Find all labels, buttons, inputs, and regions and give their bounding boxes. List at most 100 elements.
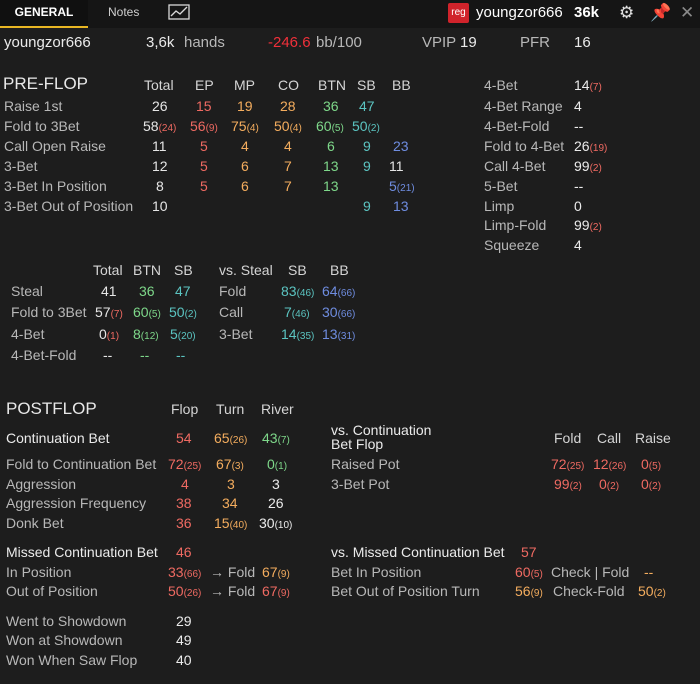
stat-value: 7(46) [284, 304, 310, 320]
stat-value: -- [176, 347, 186, 363]
stat-value: 26 [268, 495, 284, 511]
row-label: Bet Out of Position Turn [331, 583, 480, 599]
stat-value: 60(5) [316, 118, 344, 134]
close-icon[interactable]: ✕ [680, 3, 694, 23]
stat-value: 99(2) [574, 217, 602, 233]
col-header: Call [597, 430, 622, 446]
stat-value: 0(1) [267, 456, 288, 472]
summary-hands-value: 3,6k [146, 34, 175, 51]
hands-count: 36k [574, 4, 600, 21]
pfr-value: 16 [574, 34, 591, 51]
stat-value: -- [103, 347, 113, 363]
stat-value: 0(1) [99, 326, 120, 342]
stat-value: 36 [139, 283, 155, 299]
row-label: Fold to 4-Bet [484, 138, 565, 154]
stat-value: 43(7) [262, 430, 290, 446]
row-label: Raise 1st [4, 98, 63, 114]
row-label: Steal [11, 283, 43, 299]
stat-value: 0(2) [599, 476, 620, 492]
stat-value: 28 [280, 98, 296, 114]
stat-value: 50(2) [638, 583, 666, 599]
stat-value: 5 [200, 158, 208, 174]
gear-icon[interactable]: ⚙ [619, 3, 634, 23]
row-label: Fold [219, 283, 247, 299]
stat-value: 50(2) [169, 304, 197, 320]
stat-value: 99(2) [574, 158, 602, 174]
row-label: Won When Saw Flop [6, 652, 138, 668]
tab-notes[interactable]: Notes [108, 0, 139, 24]
row-label: Aggression [6, 476, 77, 492]
stat-value: 72(25) [168, 456, 202, 472]
row-label: Won at Showdown [6, 632, 123, 648]
row-label: Fold to 3Bet [11, 304, 87, 320]
tab-active-indicator [0, 26, 88, 28]
stat-value: 9 [363, 158, 371, 174]
stat-value: 67(3) [216, 456, 244, 472]
stat-value: 5(21) [389, 178, 415, 194]
tab-general[interactable]: GENERAL [0, 0, 88, 28]
stat-value: 30(66) [322, 304, 356, 320]
stat-value: 64(66) [322, 283, 356, 299]
stat-value: 13(31) [322, 326, 356, 342]
row-label: Out of Position [6, 583, 98, 599]
stat-value: 13 [323, 158, 339, 174]
stat-value: 38 [176, 495, 192, 511]
stat-value: 60(5) [133, 304, 161, 320]
stat-value: 26 [152, 98, 168, 114]
stat-value: 10 [152, 198, 168, 214]
stat-value: 9 [363, 138, 371, 154]
row-label: 3-Bet [4, 158, 38, 174]
col-header: SB [174, 262, 193, 278]
stat-value: 47 [359, 98, 375, 114]
row-label: Call 4-Bet [484, 158, 546, 174]
stat-value: 4 [574, 98, 582, 114]
col-header: Fold [554, 430, 582, 446]
stat-value: 4 [284, 138, 292, 154]
stat-value: 33(66) [168, 564, 202, 580]
col-header: BTN [318, 77, 346, 93]
stat-value: 11 [389, 158, 404, 174]
row-label: 3-Bet [219, 326, 253, 342]
row-label: 3-Bet Out of Position [4, 198, 134, 214]
stat-value: 60(5) [515, 564, 543, 580]
col-header: Flop [171, 401, 199, 417]
row-label: Call Open Raise [4, 138, 106, 154]
summary-bb-value: -246.6 [268, 34, 311, 51]
stat-value: 56(9) [190, 118, 218, 134]
stat-value: 4 [181, 476, 189, 492]
row-label: 4-Bet [484, 77, 518, 93]
summary-hands-label: hands [184, 34, 225, 51]
row-label: 4-Bet Range [484, 98, 563, 114]
stat-value: 6 [241, 178, 249, 194]
row-label: Donk Bet [6, 515, 64, 531]
fold-arrow-label: → Fold [210, 583, 256, 599]
missed-cbet-title: Missed Continuation Bet [6, 544, 158, 560]
row-label: 4-Bet-Fold [11, 347, 77, 363]
row-label: Aggression Frequency [6, 495, 147, 511]
stat-value: 57(7) [95, 304, 123, 320]
stat-value: 19 [237, 98, 253, 114]
stat-value: 7 [284, 178, 292, 194]
stat-value: 0(5) [641, 456, 662, 472]
stat-value: 56(9) [515, 583, 543, 599]
stat-value: 54 [176, 430, 192, 446]
col-header: BB [330, 262, 349, 278]
col-header: SB [288, 262, 307, 278]
row-label: 4-Bet-Fold [484, 118, 550, 134]
stat-value: 0 [574, 198, 582, 214]
graph-tab-icon[interactable] [168, 4, 190, 20]
stat-value: 15 [196, 98, 212, 114]
stat-value: 4 [241, 138, 249, 154]
row-label: 3-Bet Pot [331, 476, 390, 492]
stat-value: 13 [323, 178, 339, 194]
preflop-title: PRE-FLOP [3, 74, 89, 93]
row-label: Continuation Bet [6, 430, 110, 446]
row-label: 4-Bet [11, 326, 45, 342]
pin-icon[interactable]: 📌 [650, 3, 671, 23]
vs-missed-cbet-title: vs. Missed Continuation Bet [331, 544, 505, 560]
stat-value: 72(25) [551, 456, 585, 472]
col-header: Total [144, 77, 174, 93]
stat-value: 50(4) [274, 118, 302, 134]
stat-value: 15(40) [214, 515, 248, 531]
vs-steal-title: vs. Steal [219, 262, 273, 278]
